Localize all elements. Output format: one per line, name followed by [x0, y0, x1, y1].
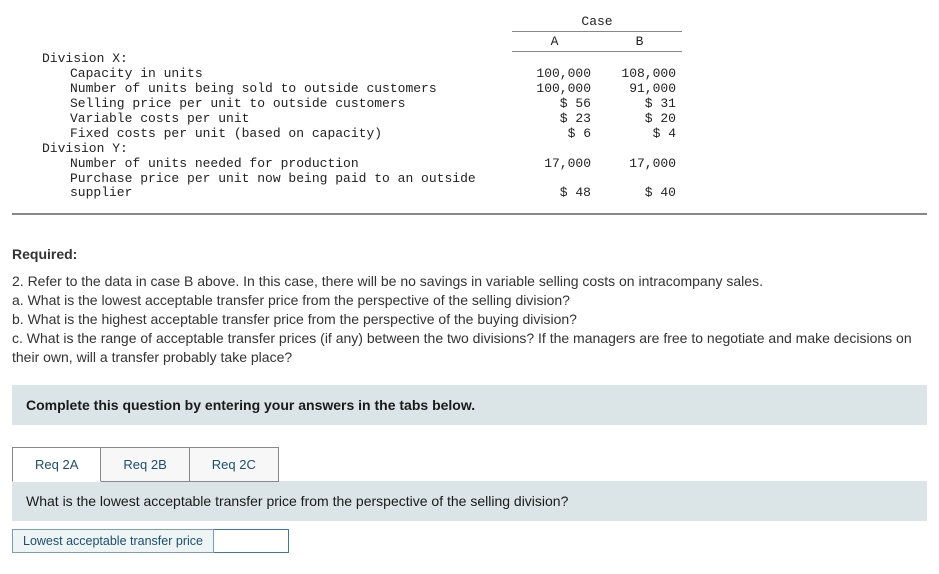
q2a: a. What is the lowest acceptable transfe… [12, 291, 927, 310]
tab-req-2b[interactable]: Req 2B [100, 447, 189, 482]
divx-label: Division X: [42, 52, 512, 67]
division-x-heading: Division X: [42, 52, 927, 67]
division-y-heading: Division Y: [42, 142, 927, 157]
answer-input-label: Lowest acceptable transfer price [12, 529, 214, 553]
q2c: c. What is the range of acceptable trans… [12, 329, 927, 367]
row-label: Number of units needed for production [42, 157, 512, 172]
data-table: Case A B Division X: Capacity in units 1… [42, 12, 927, 201]
question-prompt: What is the lowest acceptable transfer p… [12, 481, 927, 521]
row-val-b: $ 40 [597, 172, 682, 202]
row-label: Capacity in units [42, 67, 512, 82]
answer-input-cell [214, 529, 289, 553]
case-header: Case [512, 12, 682, 32]
table-row: Purchase price per unit now being paid t… [42, 172, 927, 202]
table-row: Fixed costs per unit (based on capacity)… [42, 127, 927, 142]
row-label: Number of units being sold to outside cu… [42, 82, 512, 97]
row-val-a: $ 23 [512, 112, 597, 127]
row-val-b: $ 31 [597, 97, 682, 112]
row-val-a: $ 48 [512, 172, 597, 202]
required-heading: Required: [12, 245, 927, 264]
col-b-header: B [597, 32, 682, 51]
answer-input-row: Lowest acceptable transfer price [12, 529, 927, 553]
divy-label: Division Y: [42, 142, 512, 157]
table-row: Capacity in units 100,000 108,000 [42, 67, 927, 82]
row-val-b: $ 4 [597, 127, 682, 142]
row-label: Variable costs per unit [42, 112, 512, 127]
row-val-b: 91,000 [597, 82, 682, 97]
q2b: b. What is the highest acceptable transf… [12, 310, 927, 329]
row-val-a: 17,000 [512, 157, 597, 172]
table-row: Number of units needed for production 17… [42, 157, 927, 172]
tab-req-2a[interactable]: Req 2A [12, 447, 101, 482]
row-label: Selling price per unit to outside custom… [42, 97, 512, 112]
data-table-wrapper: Case A B Division X: Capacity in units 1… [12, 12, 927, 215]
row-val-b: $ 20 [597, 112, 682, 127]
row-val-a: $ 56 [512, 97, 597, 112]
row-label-text: Purchase price per unit now being paid t… [70, 172, 510, 202]
case-header-block: Case A B [512, 12, 682, 52]
table-row: Number of units being sold to outside cu… [42, 82, 927, 97]
required-section: Required: 2. Refer to the data in case B… [12, 245, 927, 366]
row-val-b: 108,000 [597, 67, 682, 82]
row-val-a: 100,000 [512, 67, 597, 82]
row-val-a: $ 6 [512, 127, 597, 142]
col-header-row: A B [512, 32, 682, 52]
transfer-price-input[interactable] [214, 530, 288, 552]
instruction-bar: Complete this question by entering your … [12, 385, 927, 425]
q2-intro: 2. Refer to the data in case B above. In… [12, 272, 927, 291]
table-row: Variable costs per unit $ 23 $ 20 [42, 112, 927, 127]
table-row: Selling price per unit to outside custom… [42, 97, 927, 112]
col-a-header: A [512, 32, 597, 51]
row-val-b: 17,000 [597, 157, 682, 172]
row-label: Purchase price per unit now being paid t… [42, 172, 512, 202]
row-label: Fixed costs per unit (based on capacity) [42, 127, 512, 142]
tab-req-2c[interactable]: Req 2C [189, 447, 279, 482]
tab-bar: Req 2A Req 2B Req 2C [12, 447, 927, 482]
row-val-a: 100,000 [512, 82, 597, 97]
